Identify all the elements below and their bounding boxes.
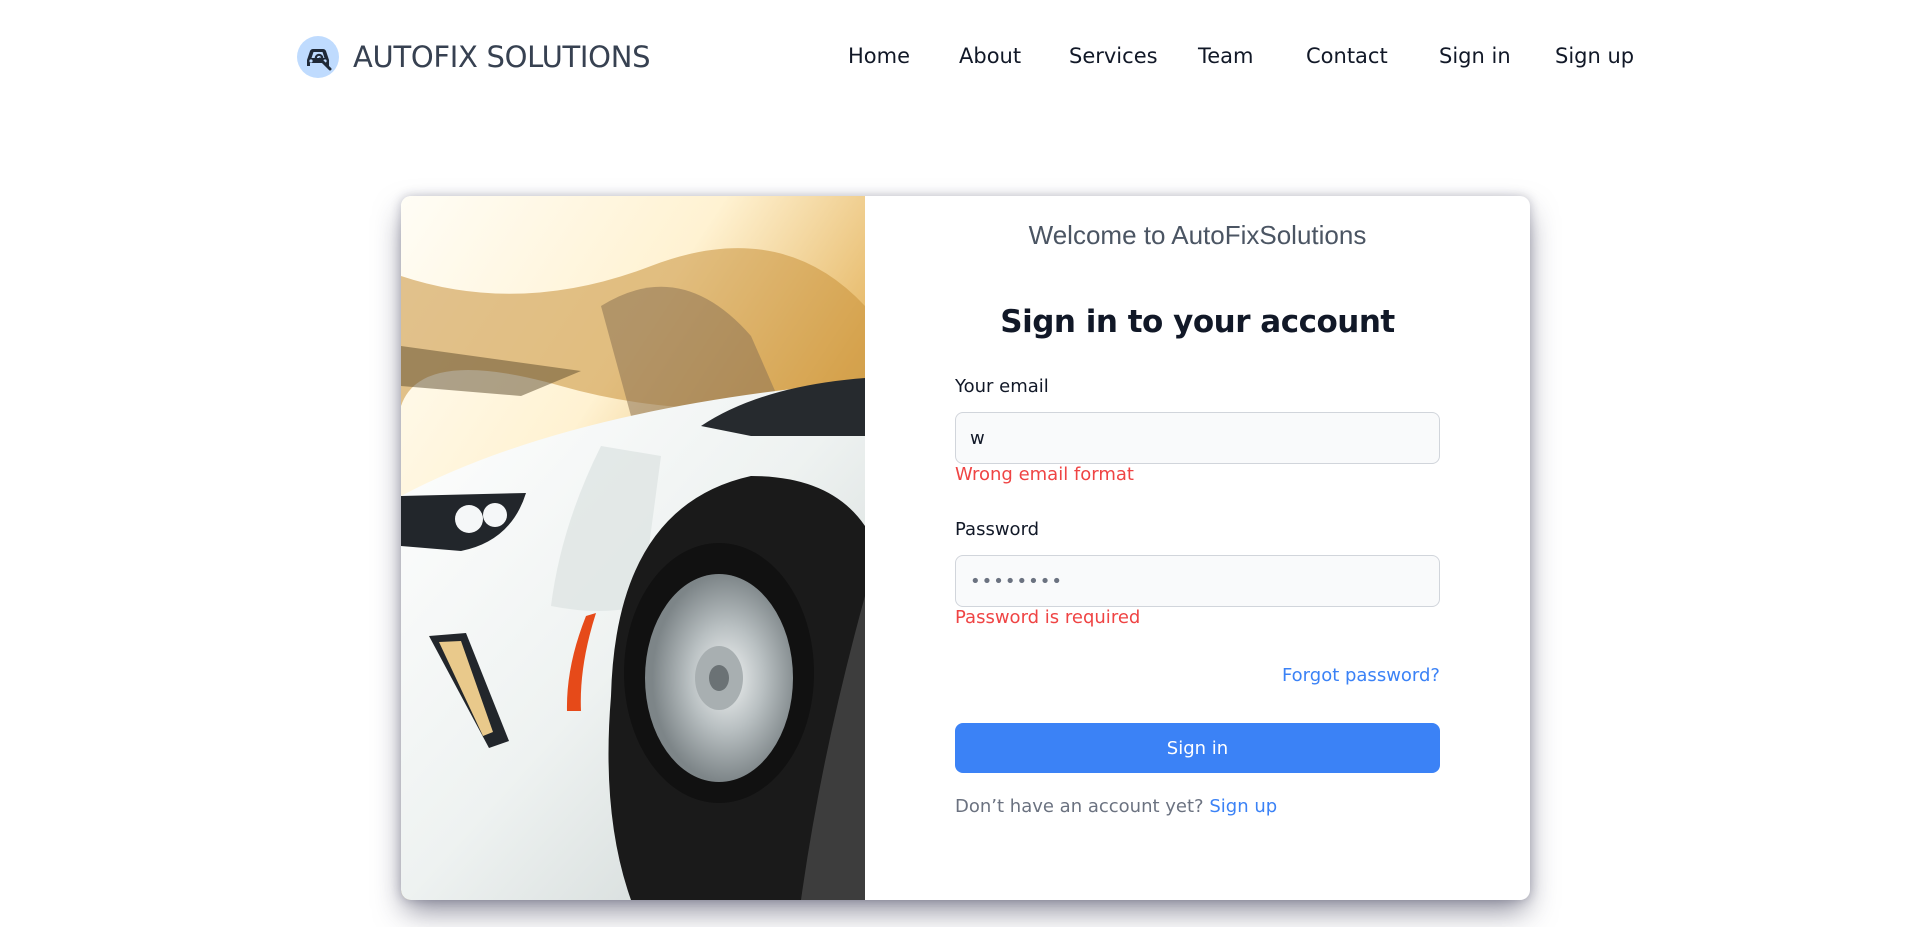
nav-sign-in[interactable]: Sign in <box>1439 44 1511 68</box>
email-field[interactable]: w <box>955 412 1440 464</box>
hero-car-image <box>401 196 865 900</box>
nav-contact[interactable]: Contact <box>1306 44 1388 68</box>
main-nav: Home About Services Team Contact Sign in… <box>0 44 1916 74</box>
welcome-heading: Welcome to AutoFixSolutions <box>1028 220 1367 250</box>
signup-prompt: Don’t have an account yet? Sign up <box>955 796 1277 817</box>
no-account-text: Don’t have an account yet? <box>955 796 1204 817</box>
nav-sign-up[interactable]: Sign up <box>1555 44 1634 68</box>
nav-home[interactable]: Home <box>848 44 910 68</box>
sign-up-link[interactable]: Sign up <box>1209 796 1277 817</box>
password-value: •••••••• <box>970 570 1063 592</box>
email-error: Wrong email format <box>955 464 1134 485</box>
nav-team[interactable]: Team <box>1198 44 1254 68</box>
forgot-password-link[interactable]: Forgot password? <box>1282 665 1440 686</box>
login-card: Welcome to AutoFixSolutions Sign in to y… <box>401 196 1530 900</box>
password-label: Password <box>955 519 1040 540</box>
email-label: Your email <box>955 376 1049 397</box>
site-header: AUTOFIX SOLUTIONS Home About Services Te… <box>0 0 1916 112</box>
sign-in-button[interactable]: Sign in <box>955 723 1440 773</box>
password-error: Password is required <box>955 607 1141 628</box>
password-field[interactable]: •••••••• <box>955 555 1440 607</box>
email-value: w <box>970 427 985 449</box>
nav-services[interactable]: Services <box>1069 44 1158 68</box>
nav-about[interactable]: About <box>959 44 1021 68</box>
form-title: Sign in to your account <box>1000 304 1395 340</box>
login-form-panel: Welcome to AutoFixSolutions Sign in to y… <box>865 196 1530 900</box>
